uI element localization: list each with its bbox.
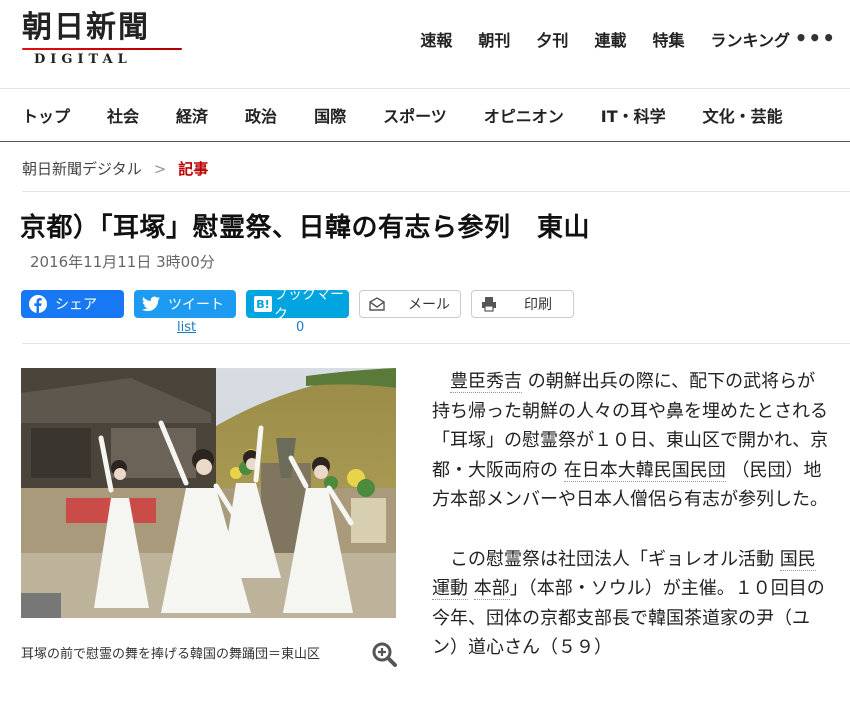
site-header: 朝日新聞 DIGITAL 速報 朝刊 夕刊 連載 特集 ランキング ••• [0, 0, 850, 88]
category-culture[interactable]: 文化・芸能 [703, 103, 783, 127]
nav-sokuho[interactable]: 速報 [420, 27, 452, 51]
article-title: 京都）「耳塚」慰霊祭、日韓の有志ら参列 東山 [20, 213, 591, 243]
nav-ranking[interactable]: ランキング [710, 27, 790, 51]
share-divider [22, 343, 850, 344]
body-text [468, 578, 474, 599]
dancers-photo-illustration [21, 368, 396, 618]
facebook-share-label: シェア [55, 297, 97, 313]
category-nav: トップ 社会 経済 政治 国際 スポーツ オピニオン IT・科学 文化・芸能 [0, 88, 850, 142]
body-paragraph-2: この慰霊祭は社団法人「ギョレオル活動 国民運動 本部」（本部・ソウル）が主催。１… [432, 545, 832, 663]
article-date: 2016年11月11日 3時00分 [30, 253, 215, 271]
print-button[interactable]: 印刷 [471, 290, 574, 318]
photo-caption: 耳塚の前で慰霊の舞を捧げる韓国の舞踊団＝東山区 [21, 647, 321, 662]
breadcrumb-current: 記事 [178, 160, 209, 178]
twitter-tweet-button[interactable]: ツイート [134, 290, 236, 318]
category-international[interactable]: 国際 [314, 103, 346, 127]
category-top[interactable]: トップ [22, 103, 70, 127]
nav-rensai[interactable]: 連載 [594, 27, 626, 51]
breadcrumb-home[interactable]: 朝日新聞デジタル [22, 158, 142, 179]
twitter-tweet-label: ツイート [168, 297, 224, 313]
asahi-logo[interactable]: 朝日新聞 DIGITAL [22, 10, 192, 67]
body-paragraph-1: 豊臣秀吉 の朝鮮出兵の際に、配下の武将らが持ち帰った朝鮮の人々の耳や鼻を埋めたと… [432, 367, 832, 515]
print-icon [480, 295, 498, 313]
nav-tokushu[interactable]: 特集 [652, 27, 684, 51]
mail-label: メール [408, 297, 450, 313]
mail-share-button[interactable]: メール [359, 290, 461, 318]
print-label: 印刷 [524, 297, 552, 313]
category-opinion[interactable]: オピニオン [484, 103, 564, 127]
category-it-science[interactable]: IT・科学 [601, 103, 666, 127]
nav-choukan[interactable]: 朝刊 [478, 27, 510, 51]
hatena-bookmark-label: ブックマーク [274, 287, 344, 323]
article-body: 豊臣秀吉 の朝鮮出兵の際に、配下の武将らが持ち帰った朝鮮の人々の耳や鼻を埋めたと… [432, 367, 832, 693]
category-sports[interactable]: スポーツ [383, 103, 447, 127]
breadcrumb-separator: > [153, 159, 167, 178]
body-text: この慰霊祭は社団法人「ギョレオル活動 [450, 548, 780, 570]
nav-yuukan[interactable]: 夕刊 [536, 27, 568, 51]
category-politics[interactable]: 政治 [245, 103, 277, 127]
twitter-bird-icon [142, 295, 160, 313]
more-menu-icon[interactable]: ••• [795, 26, 836, 50]
tweet-count-link[interactable]: list [177, 320, 196, 335]
breadcrumb: 朝日新聞デジタル > 記事 [22, 158, 208, 179]
article-photo[interactable] [21, 368, 396, 618]
logo-main-text: 朝日新聞 [22, 10, 150, 45]
top-nav: 速報 朝刊 夕刊 連載 特集 ランキング [420, 27, 790, 51]
zoom-in-icon[interactable] [370, 640, 398, 668]
keyword-link-toyotomi[interactable]: 豊臣秀吉 [450, 371, 522, 393]
category-economy[interactable]: 経済 [176, 103, 208, 127]
category-society[interactable]: 社会 [107, 103, 139, 127]
breadcrumb-divider [22, 191, 850, 192]
keyword-link-honbu[interactable]: 本部 [473, 578, 510, 600]
hatena-b-icon: B! [254, 295, 272, 313]
mail-icon [368, 295, 386, 313]
logo-underline [22, 48, 182, 50]
logo-sub-text: DIGITAL [34, 52, 132, 67]
facebook-icon [29, 295, 47, 313]
facebook-share-button[interactable]: シェア [21, 290, 124, 318]
bookmark-count[interactable]: 0 [296, 320, 304, 335]
hatena-bookmark-button[interactable]: B! ブックマーク [246, 287, 349, 323]
keyword-link-mindan[interactable]: 在日本大韓民国民団 [563, 459, 726, 482]
